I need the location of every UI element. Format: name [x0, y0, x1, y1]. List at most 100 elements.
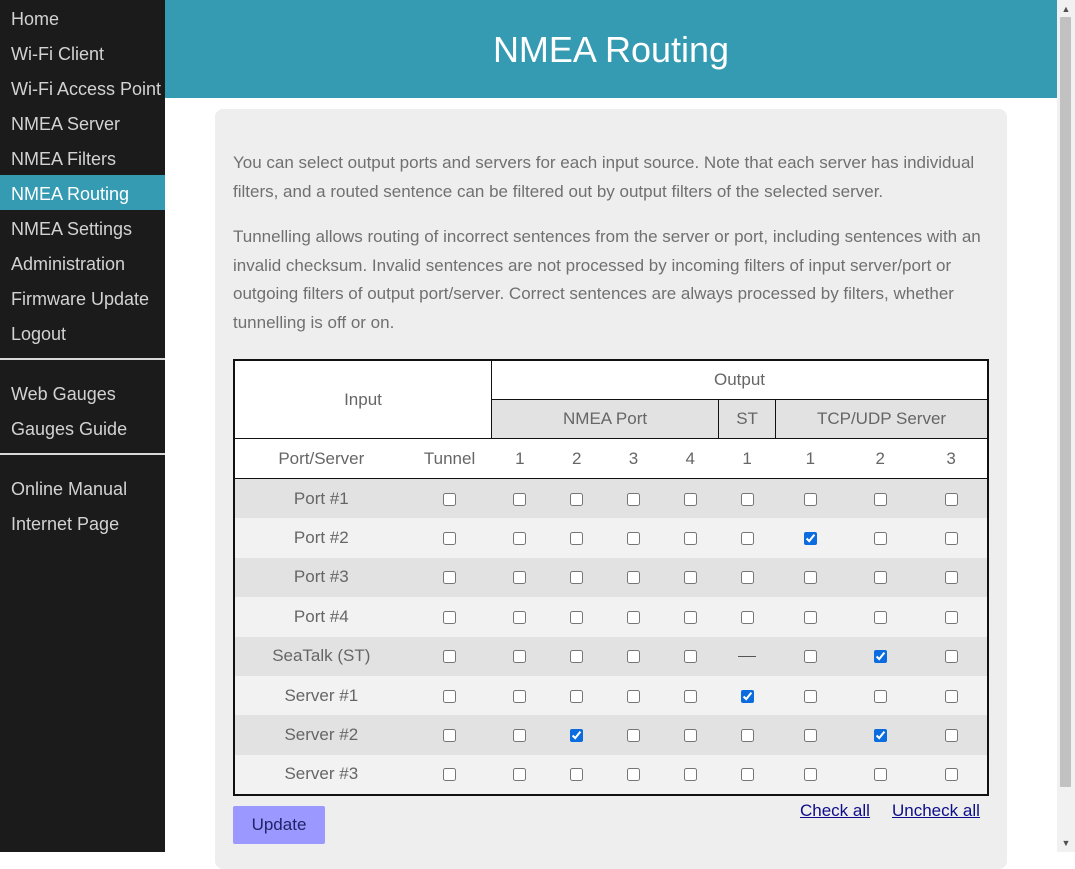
route-checkbox-server-2[interactable] [873, 571, 887, 585]
check-all-link[interactable]: Check all [800, 801, 870, 821]
route-checkbox-nmea-1[interactable] [513, 610, 527, 624]
route-checkbox-nmea-3[interactable] [626, 768, 640, 782]
nav-item-nmea-settings[interactable]: NMEA Settings [0, 210, 165, 245]
route-checkbox-server-1[interactable] [803, 492, 817, 506]
route-checkbox-nmea-1[interactable] [513, 532, 527, 546]
nav-item-logout[interactable]: Logout [0, 315, 165, 350]
route-checkbox-nmea-2[interactable] [570, 768, 584, 782]
nav-item-web-gauges[interactable]: Web Gauges [0, 375, 165, 410]
route-checkbox-server-1[interactable] [803, 729, 817, 743]
nav-item-gauges-guide[interactable]: Gauges Guide [0, 410, 165, 445]
route-checkbox-server-1[interactable] [803, 532, 817, 546]
route-checkbox-nmea-2[interactable] [570, 532, 584, 546]
route-checkbox-nmea-1[interactable] [513, 650, 527, 664]
update-button[interactable]: Update [233, 806, 325, 844]
nav-item-internet-page[interactable]: Internet Page [0, 505, 165, 540]
nav-item-administration[interactable]: Administration [0, 245, 165, 280]
route-checkbox-server-1[interactable] [803, 689, 817, 703]
route-checkbox-nmea-1[interactable] [513, 571, 527, 585]
route-checkbox-server-1[interactable] [803, 650, 817, 664]
route-checkbox-nmea-3[interactable] [626, 610, 640, 624]
route-checkbox-tunnel[interactable] [443, 571, 457, 585]
route-checkbox-server-3[interactable] [944, 689, 958, 703]
route-checkbox-nmea-3[interactable] [626, 650, 640, 664]
route-checkbox-nmea-1[interactable] [513, 492, 527, 506]
col-header-server-3: 3 [915, 438, 988, 479]
scroll-thumb[interactable] [1060, 17, 1071, 787]
nav-item-wi-fi-client[interactable]: Wi-Fi Client [0, 35, 165, 70]
routing-row-server-1: Server #1 [234, 675, 988, 716]
route-checkbox-tunnel[interactable] [443, 768, 457, 782]
route-checkbox-server-3[interactable] [944, 729, 958, 743]
route-checkbox-server-2[interactable] [873, 610, 887, 624]
nav-item-nmea-server[interactable]: NMEA Server [0, 105, 165, 140]
route-checkbox-tunnel[interactable] [443, 610, 457, 624]
route-checkbox-server-3[interactable] [944, 768, 958, 782]
cell-server-1 [775, 636, 846, 676]
nav-item-online-manual[interactable]: Online Manual [0, 470, 165, 505]
route-checkbox-server-2[interactable] [873, 768, 887, 782]
route-checkbox-nmea-3[interactable] [626, 571, 640, 585]
route-checkbox-nmea-2[interactable] [570, 729, 584, 743]
route-checkbox-tunnel[interactable] [443, 729, 457, 743]
route-checkbox-server-1[interactable] [803, 768, 817, 782]
route-checkbox-nmea-4[interactable] [683, 650, 697, 664]
route-checkbox-nmea-2[interactable] [570, 610, 584, 624]
route-checkbox-tunnel[interactable] [443, 650, 457, 664]
route-checkbox-st-1[interactable] [740, 492, 754, 506]
nav-item-nmea-filters[interactable]: NMEA Filters [0, 140, 165, 175]
route-checkbox-st-1[interactable] [740, 571, 754, 585]
uncheck-all-link[interactable]: Uncheck all [892, 801, 980, 821]
cell-nmea-4 [661, 557, 719, 598]
route-checkbox-server-2[interactable] [873, 492, 887, 506]
route-checkbox-nmea-4[interactable] [683, 689, 697, 703]
route-checkbox-server-3[interactable] [944, 610, 958, 624]
route-checkbox-nmea-2[interactable] [570, 571, 584, 585]
route-checkbox-server-2[interactable] [873, 532, 887, 546]
route-checkbox-nmea-1[interactable] [513, 729, 527, 743]
route-checkbox-nmea-1[interactable] [513, 689, 527, 703]
nav-item-home[interactable]: Home [0, 0, 165, 35]
route-checkbox-st-1[interactable] [740, 729, 754, 743]
route-checkbox-nmea-4[interactable] [683, 492, 697, 506]
route-checkbox-st-1[interactable] [740, 768, 754, 782]
route-checkbox-nmea-4[interactable] [683, 532, 697, 546]
route-checkbox-nmea-2[interactable] [570, 492, 584, 506]
route-checkbox-nmea-1[interactable] [513, 768, 527, 782]
route-checkbox-nmea-3[interactable] [626, 532, 640, 546]
route-checkbox-tunnel[interactable] [443, 492, 457, 506]
route-checkbox-st-1[interactable] [740, 610, 754, 624]
route-checkbox-server-2[interactable] [873, 650, 887, 664]
route-checkbox-server-2[interactable] [873, 729, 887, 743]
route-checkbox-tunnel[interactable] [443, 532, 457, 546]
nav-item-firmware-update[interactable]: Firmware Update [0, 280, 165, 315]
route-checkbox-tunnel[interactable] [443, 689, 457, 703]
route-checkbox-st-1[interactable] [740, 689, 754, 703]
route-checkbox-server-3[interactable] [944, 650, 958, 664]
route-checkbox-server-2[interactable] [873, 689, 887, 703]
nav-item-nmea-routing[interactable]: NMEA Routing [0, 175, 165, 210]
route-checkbox-nmea-2[interactable] [570, 689, 584, 703]
scroll-down-arrow-icon[interactable]: ▼ [1057, 838, 1075, 848]
route-checkbox-server-3[interactable] [944, 532, 958, 546]
route-checkbox-nmea-3[interactable] [626, 689, 640, 703]
route-checkbox-server-3[interactable] [944, 571, 958, 585]
routing-table: Input Output NMEA Port ST TCP/UDP Server… [233, 359, 989, 797]
nav-item-wi-fi-access-point[interactable]: Wi-Fi Access Point [0, 70, 165, 105]
vertical-scrollbar[interactable]: ▲ ▼ [1057, 0, 1075, 852]
route-checkbox-st-1[interactable] [740, 532, 754, 546]
route-checkbox-nmea-4[interactable] [683, 571, 697, 585]
route-checkbox-nmea-4[interactable] [683, 729, 697, 743]
route-checkbox-nmea-3[interactable] [626, 729, 640, 743]
routing-row-server-3: Server #3 [234, 754, 988, 796]
scroll-up-arrow-icon[interactable]: ▲ [1057, 4, 1075, 14]
route-checkbox-server-1[interactable] [803, 571, 817, 585]
route-checkbox-nmea-3[interactable] [626, 492, 640, 506]
route-checkbox-nmea-4[interactable] [683, 610, 697, 624]
route-checkbox-nmea-2[interactable] [570, 650, 584, 664]
col-header-port-server: Port/Server [234, 438, 408, 479]
cell-st-1 [718, 715, 776, 755]
route-checkbox-nmea-4[interactable] [683, 768, 697, 782]
route-checkbox-server-3[interactable] [944, 492, 958, 506]
route-checkbox-server-1[interactable] [803, 610, 817, 624]
